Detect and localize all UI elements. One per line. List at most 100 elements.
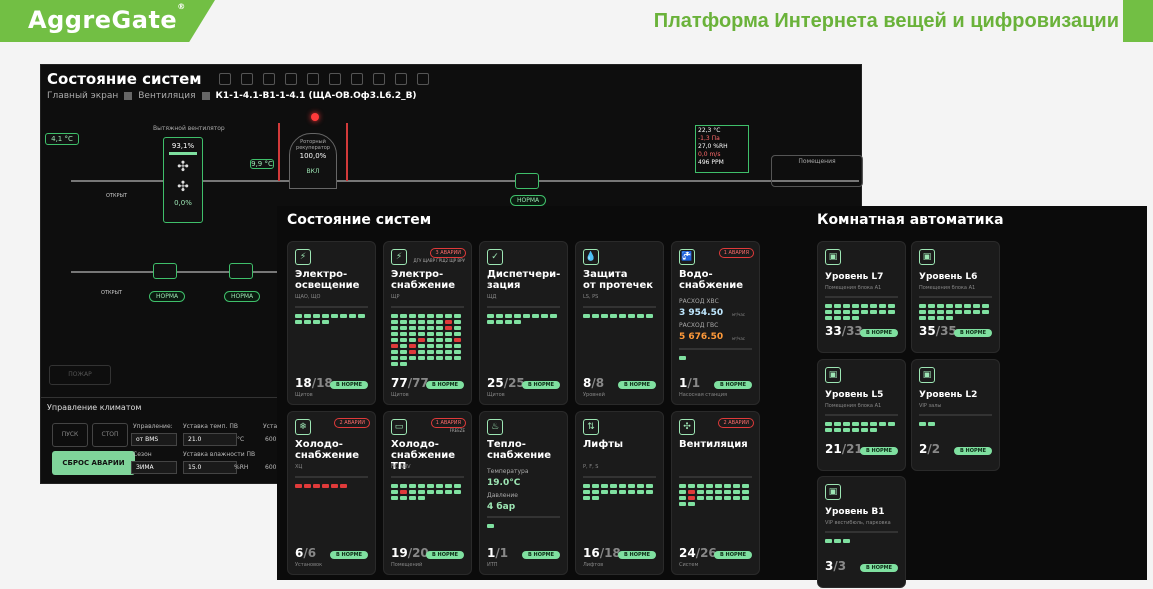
count-ok: 25 xyxy=(487,376,504,390)
system-card[interactable]: ⚡ Электро- освещение ЩАО, ЩО 18/18 Щитов В НО… xyxy=(287,241,376,405)
hum-setpoint-label: Уставка влажности ПВ xyxy=(183,451,256,458)
season-label: Сезон xyxy=(133,451,152,458)
cooling-tab-icon[interactable] xyxy=(241,73,253,85)
alarm-badge[interactable]: 3 АВАРИИ xyxy=(430,248,466,258)
system-name: Диспетчери- зация xyxy=(487,269,561,291)
status-dot xyxy=(409,496,416,500)
room-sub: VIP залы xyxy=(919,403,942,409)
progress-bar xyxy=(487,516,560,518)
count-ok: 16 xyxy=(583,546,600,560)
status-dot xyxy=(436,350,443,354)
system-card[interactable]: 🚰 Водо- снабжение 1 АВАРИЯ РАСХОД ХВС 3 954.… xyxy=(671,241,760,405)
leak-tab-icon[interactable] xyxy=(285,73,297,85)
ok-badge: В НОРМЕ xyxy=(521,551,560,559)
shield-tab-icon[interactable] xyxy=(329,73,341,85)
hum-setpoint-input[interactable]: 15.0 xyxy=(183,461,237,474)
room-count: 33/33 xyxy=(825,324,863,338)
system-card[interactable]: 💧 Защита от протечек LS, PS 8/8 Уровней В НОР… xyxy=(575,241,664,405)
control-select[interactable]: от BMS xyxy=(131,433,177,446)
progress-bar xyxy=(679,476,752,478)
status-dot xyxy=(454,344,461,348)
status-dot xyxy=(834,539,841,543)
status-dot xyxy=(427,332,434,336)
room-card[interactable]: ▣ Уровень L5 Помещения блока A1 21/21 В … xyxy=(817,359,906,471)
room-card[interactable]: ▣ Уровень B1 VIP вестибюль, парковка 3/3… xyxy=(817,476,906,588)
heat-tab-icon[interactable] xyxy=(351,73,363,85)
room-card[interactable]: ▣ Уровень L2 VIP залы 2/2 В НОРМЕ xyxy=(911,359,1000,471)
room-card[interactable]: ▣ Уровень L7 Помещения блока A1 33/33 В … xyxy=(817,241,906,353)
system-card[interactable]: ⇅ Лифты P, F, S 16/18 Лифтов В НОРМЕ xyxy=(575,411,664,575)
sensor-humidity: 27,0 %RH xyxy=(698,143,728,150)
fire-label: ПОЖАР xyxy=(68,371,92,378)
status-dot xyxy=(418,350,425,354)
breadcrumb-home[interactable]: Главный экран xyxy=(47,91,118,101)
system-card[interactable]: ✓ Диспетчери- зация ЩД 25/25 Щитов В НОРМЕ xyxy=(479,241,568,405)
status-dot xyxy=(870,304,877,308)
status-dot xyxy=(418,326,425,330)
breadcrumb-ventilation[interactable]: Вентиляция xyxy=(138,91,195,101)
count-label: Щитов xyxy=(487,392,505,398)
status-dot xyxy=(870,422,877,426)
status-dot xyxy=(879,304,886,308)
status-dot xyxy=(861,422,868,426)
status-dot xyxy=(583,490,590,494)
elevator-tab-icon[interactable] xyxy=(373,73,385,85)
breadcrumb-arrow-icon xyxy=(201,92,210,100)
exhaust-fan-unit[interactable]: 93,1% ✣ ✣ 0,0% xyxy=(163,137,203,223)
system-card[interactable]: ❄ Холодо- снабжение ХЦ 2 АВАРИИ 6/6 Установок… xyxy=(287,411,376,575)
system-card[interactable]: ▭ Холодо- снабжение ТП FC, VRV 1 АВАРИЯ FREE… xyxy=(383,411,472,575)
start-button[interactable]: ПУСК xyxy=(52,423,88,447)
climate-title: Управление климатом xyxy=(47,403,142,412)
fan-icon: ✣ xyxy=(177,159,189,175)
status-dot xyxy=(697,490,704,494)
alarm-badge[interactable]: 1 АВАРИЯ xyxy=(430,418,466,428)
room-icon: ▣ xyxy=(919,249,935,265)
system-card[interactable]: ♨ Тепло- снабжение Температура 19.0°C Давлен… xyxy=(479,411,568,575)
system-card[interactable]: ✣ Вентиляция 2 АВАРИИ 24/26 Систем В НОРМЕ xyxy=(671,411,760,575)
rotor-alarm-icon[interactable] xyxy=(311,113,319,121)
reset-alarm-button[interactable]: СБРОС АВАРИИ xyxy=(52,451,135,475)
room-label: Помещения xyxy=(798,158,836,165)
progress-bar xyxy=(391,476,464,478)
status-dot xyxy=(724,496,731,500)
status-dot xyxy=(409,484,416,488)
lighting-tab-icon[interactable] xyxy=(219,73,231,85)
room-tab-icon[interactable] xyxy=(417,73,429,85)
progress-bar xyxy=(919,414,992,416)
status-dot xyxy=(331,484,338,488)
system-name: Вентиляция xyxy=(679,439,748,450)
stop-button[interactable]: СТОП xyxy=(92,423,128,447)
status-dot xyxy=(487,314,494,318)
system-icon: ▭ xyxy=(391,419,407,435)
water-tab-icon[interactable] xyxy=(307,73,319,85)
temp-value: 19.0°C xyxy=(487,478,521,488)
alarm-badge[interactable]: 2 АВАРИИ xyxy=(718,418,754,428)
count-label: Лифтов xyxy=(583,562,604,568)
progress-bar xyxy=(295,476,368,478)
status-dot xyxy=(852,422,859,426)
temp-setpoint-input[interactable]: 21.0 xyxy=(183,433,237,446)
status-dot xyxy=(982,310,989,314)
status-dot xyxy=(601,484,608,488)
status-dot xyxy=(825,428,832,432)
ok-badge: В НОРМЕ xyxy=(859,329,898,337)
status-dot xyxy=(295,314,302,318)
room-name: Уровень B1 xyxy=(825,507,885,517)
alarm-badge[interactable]: 1 АВАРИЯ xyxy=(718,248,754,258)
fire-button[interactable]: ПОЖАР xyxy=(49,365,111,385)
fan-tab-icon[interactable] xyxy=(395,73,407,85)
system-card[interactable]: ⚡ Электро- снабжение ЩР 3 АВАРИИ ДГУ ЩАВР ГР… xyxy=(383,241,472,405)
alarm-badge[interactable]: 2 АВАРИИ xyxy=(334,418,370,428)
status-dot xyxy=(313,314,320,318)
status-dot xyxy=(852,316,859,320)
status-dot xyxy=(427,344,434,348)
status-dot xyxy=(973,310,980,314)
status-dot xyxy=(610,484,617,488)
dispatch-tab-icon[interactable] xyxy=(263,73,275,85)
season-select[interactable]: ЗИМА xyxy=(131,461,177,474)
status-dot xyxy=(742,496,749,500)
status-dot xyxy=(592,314,599,318)
status-dot xyxy=(834,316,841,320)
room-block[interactable]: Помещения xyxy=(771,155,863,187)
room-card[interactable]: ▣ Уровень L6 Помещения блока A1 35/35 В … xyxy=(911,241,1000,353)
